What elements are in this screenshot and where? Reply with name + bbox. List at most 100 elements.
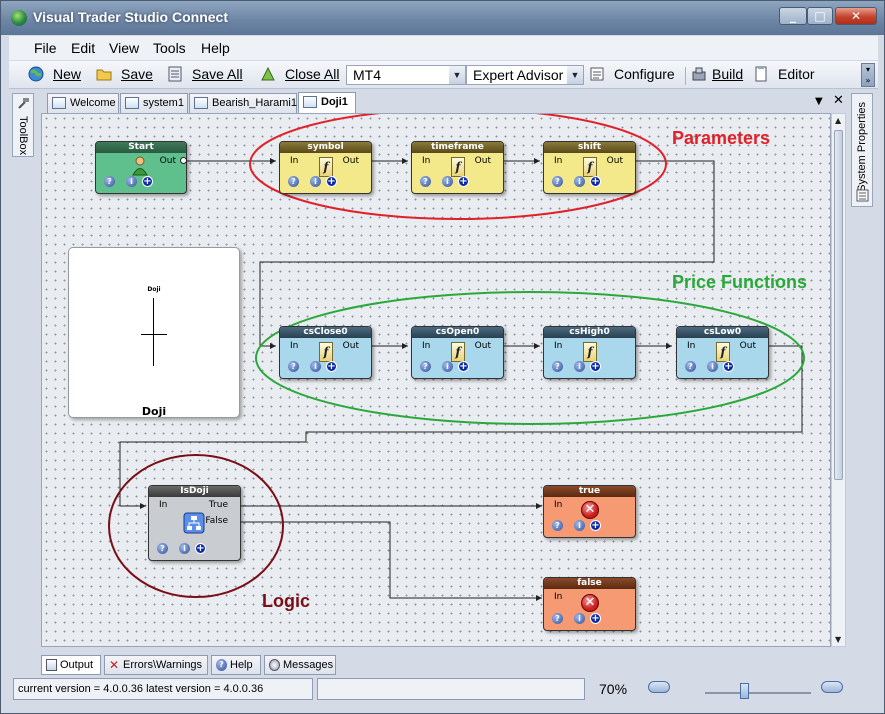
scroll-down-icon[interactable]: ▼ (835, 635, 841, 644)
save-button[interactable]: Save (121, 66, 153, 86)
menu-tools[interactable]: Tools (153, 40, 186, 56)
add-icon[interactable]: + (590, 520, 601, 531)
tab-output[interactable]: Output (41, 655, 101, 675)
maximize-button[interactable]: □ (807, 7, 833, 25)
timeframe-node[interactable]: timeframe In f Out ? i + (411, 141, 504, 194)
zoom-slider-thumb[interactable] (740, 683, 749, 699)
csclose0-node[interactable]: csClose0 In f Out ? i + (279, 326, 372, 379)
out-port[interactable]: Out (475, 156, 491, 166)
new-button[interactable]: New (53, 66, 81, 86)
info-icon[interactable]: i (707, 361, 718, 372)
tab-messages[interactable]: Messages (264, 655, 336, 675)
info-icon[interactable]: i (442, 361, 453, 372)
tab-system1[interactable]: system1 (120, 93, 188, 113)
in-port[interactable]: In (290, 156, 298, 166)
true-result-node[interactable]: true In ✕ ? i + (543, 485, 636, 538)
shift-node[interactable]: shift In f Out ? i + (543, 141, 636, 194)
true-port[interactable]: True (209, 500, 228, 510)
help-icon[interactable]: ? (288, 361, 299, 372)
add-icon[interactable]: + (458, 361, 469, 372)
scroll-up-icon[interactable]: ▲ (835, 116, 841, 125)
in-port[interactable]: In (554, 592, 562, 602)
tab-bearish-harami1[interactable]: Bearish_Harami1 (189, 93, 297, 113)
configure-button[interactable]: Configure (614, 66, 675, 86)
add-icon[interactable]: + (195, 543, 206, 554)
out-port[interactable]: Out (343, 156, 359, 166)
csopen0-node[interactable]: csOpen0 In f Out ? i + (411, 326, 504, 379)
close-all-button[interactable]: Close All (285, 66, 339, 86)
scroll-thumb[interactable] (834, 130, 843, 480)
out-port[interactable]: Out (740, 341, 756, 351)
info-icon[interactable]: i (310, 361, 321, 372)
add-icon[interactable]: + (142, 176, 153, 187)
info-icon[interactable]: i (126, 176, 137, 187)
start-out-port[interactable]: Out (160, 156, 176, 166)
menu-view[interactable]: View (109, 40, 139, 56)
add-icon[interactable]: + (326, 361, 337, 372)
build-button[interactable]: Build (712, 66, 743, 86)
editor-button[interactable]: Editor (778, 66, 815, 86)
add-icon[interactable]: + (326, 176, 337, 187)
in-port[interactable]: In (290, 341, 298, 351)
false-result-node[interactable]: false In ✕ ? i + (543, 577, 636, 631)
tab-errors-warnings[interactable]: ✕ Errors\Warnings (104, 655, 208, 675)
add-icon[interactable]: + (723, 361, 734, 372)
tab-help[interactable]: ? Help (211, 655, 261, 675)
help-icon[interactable]: ? (685, 361, 696, 372)
false-port[interactable]: False (205, 516, 228, 526)
system-properties-panel[interactable]: System Properties (851, 93, 873, 207)
type-select[interactable]: Expert Advisor ▼ (466, 65, 584, 85)
cslow0-node[interactable]: csLow0 In f Out ? i + (676, 326, 769, 379)
toolbar-overflow-button[interactable]: ▾» (861, 63, 875, 87)
in-port[interactable]: In (554, 341, 562, 351)
tab-close-icon[interactable]: ✕ (833, 93, 844, 108)
help-icon[interactable]: ? (552, 613, 563, 624)
tab-list-dropdown-icon[interactable]: ▼ (815, 96, 823, 107)
info-icon[interactable]: i (574, 176, 585, 187)
info-icon[interactable]: i (310, 176, 321, 187)
symbol-node[interactable]: symbol In f Out ? i + (279, 141, 372, 194)
help-icon[interactable]: ? (157, 543, 168, 554)
add-icon[interactable]: + (590, 176, 601, 187)
info-icon[interactable]: i (442, 176, 453, 187)
close-button[interactable]: ✕ (835, 7, 877, 25)
out-port[interactable]: Out (607, 156, 623, 166)
in-port[interactable]: In (422, 156, 430, 166)
info-icon[interactable]: i (574, 361, 585, 372)
minimize-button[interactable]: _ (779, 7, 807, 25)
in-port[interactable]: In (554, 156, 562, 166)
help-icon[interactable]: ? (420, 361, 431, 372)
menu-file[interactable]: File (34, 40, 57, 56)
out-port-dot[interactable] (180, 157, 187, 164)
platform-select[interactable]: MT4 ▼ (346, 65, 466, 85)
flow-canvas[interactable]: Parameters Price Functions Logic Doji Do… (41, 113, 831, 647)
out-port[interactable]: Out (343, 341, 359, 351)
in-port[interactable]: In (554, 500, 562, 510)
out-port[interactable]: Out (475, 341, 491, 351)
info-icon[interactable]: i (574, 613, 585, 624)
isdoji-node[interactable]: IsDoji In True False ? i + (148, 485, 241, 561)
help-icon[interactable]: ? (552, 176, 563, 187)
zoom-slider[interactable] (705, 692, 811, 694)
zoom-in-button[interactable] (821, 681, 843, 693)
help-icon[interactable]: ? (288, 176, 299, 187)
add-icon[interactable]: + (590, 613, 601, 624)
toolbox-panel[interactable]: ToolBox (12, 93, 34, 157)
help-icon[interactable]: ? (104, 176, 115, 187)
zoom-out-button[interactable] (648, 681, 670, 693)
in-port[interactable]: In (159, 500, 167, 510)
in-port[interactable]: In (687, 341, 695, 351)
in-port[interactable]: In (422, 341, 430, 351)
help-icon[interactable]: ? (552, 520, 563, 531)
add-icon[interactable]: + (458, 176, 469, 187)
info-icon[interactable]: i (179, 543, 190, 554)
help-icon[interactable]: ? (552, 361, 563, 372)
info-icon[interactable]: i (574, 520, 585, 531)
start-node[interactable]: Start Out ? i + (95, 141, 187, 194)
help-icon[interactable]: ? (420, 176, 431, 187)
vertical-scrollbar[interactable]: ▲ ▼ (831, 113, 846, 647)
menu-help[interactable]: Help (201, 40, 230, 56)
tab-welcome[interactable]: Welcome (47, 93, 119, 113)
save-all-button[interactable]: Save All (192, 66, 243, 86)
menu-edit[interactable]: Edit (71, 40, 95, 56)
